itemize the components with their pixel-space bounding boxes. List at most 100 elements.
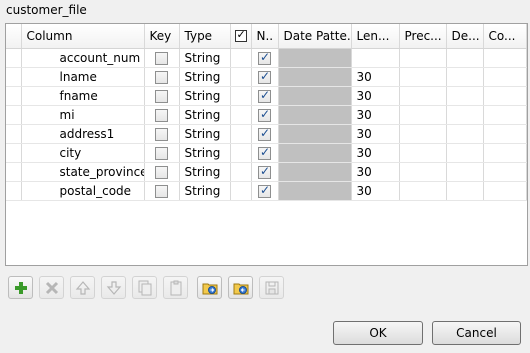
cell-precision[interactable] [399,143,447,163]
table-row[interactable]: lname String 30 [6,67,527,87]
cell-default[interactable] [446,67,484,87]
table-row[interactable]: city String 30 [6,143,527,163]
cell-nullable[interactable] [251,105,279,125]
key-checkbox[interactable] [155,165,168,179]
paste-button[interactable] [163,276,188,299]
header-key[interactable]: Key [144,24,180,49]
move-down-button[interactable] [101,276,126,299]
cell-comment[interactable] [483,162,527,182]
export-schema-button[interactable] [228,276,253,299]
header-nullable[interactable]: N.. [251,24,279,49]
cell-precision[interactable] [399,105,447,125]
ok-button[interactable]: OK [333,321,423,345]
header-date-pattern[interactable]: Date Patte... [278,24,352,49]
cell-comment[interactable] [483,86,527,106]
header-length[interactable]: Len... [351,24,400,49]
schema-table[interactable]: Column Key Type N.. Date Patte... Len...… [5,23,528,266]
cell-precision[interactable] [399,181,447,201]
table-row[interactable]: mi String 30 [6,105,527,125]
cell-comment[interactable] [483,48,527,68]
select-all-checkbox[interactable] [234,28,247,43]
row-selector[interactable] [6,162,22,182]
cell-nullable[interactable] [251,86,279,106]
cell-length[interactable] [351,48,400,68]
copy-button[interactable] [132,276,157,299]
cell-comment[interactable] [483,67,527,87]
cancel-button[interactable]: Cancel [432,321,521,345]
cell-precision[interactable] [399,48,447,68]
cell-key[interactable] [144,162,180,182]
cell-column-name[interactable]: address1 [21,124,145,144]
import-schema-button[interactable] [197,276,222,299]
cell-key[interactable] [144,67,180,87]
cell-nullable[interactable] [251,124,279,144]
row-selector[interactable] [6,124,22,144]
table-row[interactable]: state_province String 30 [6,162,527,182]
cell-comment[interactable] [483,124,527,144]
cell-type[interactable]: String [179,86,231,106]
row-selector[interactable] [6,143,22,163]
cell-precision[interactable] [399,86,447,106]
cell-column-name[interactable]: city [21,143,145,163]
cell-type[interactable]: String [179,48,231,68]
key-checkbox[interactable] [155,108,168,122]
add-button[interactable] [8,276,33,299]
nullable-checkbox[interactable] [258,69,271,84]
row-selector[interactable] [6,105,22,125]
nullable-checkbox[interactable] [258,183,271,198]
key-checkbox[interactable] [155,184,168,198]
cell-column-name[interactable]: lname [21,67,145,87]
cell-default[interactable] [446,162,484,182]
cell-column-name[interactable]: postal_code [21,181,145,201]
cell-column-name[interactable]: state_province [21,162,145,182]
cell-nullable[interactable] [251,162,279,182]
nullable-checkbox[interactable] [258,145,271,160]
remove-button[interactable] [39,276,64,299]
table-row[interactable]: fname String 30 [6,86,527,106]
header-select-all[interactable] [230,24,252,49]
cell-precision[interactable] [399,124,447,144]
cell-length[interactable]: 30 [351,162,400,182]
cell-key[interactable] [144,105,180,125]
header-comment[interactable]: Co... [483,24,527,49]
nullable-checkbox[interactable] [258,126,271,141]
cell-nullable[interactable] [251,143,279,163]
cell-length[interactable]: 30 [351,67,400,87]
cell-default[interactable] [446,143,484,163]
cell-key[interactable] [144,124,180,144]
cell-nullable[interactable] [251,67,279,87]
cell-precision[interactable] [399,162,447,182]
cell-key[interactable] [144,143,180,163]
key-checkbox[interactable] [155,89,168,103]
cell-nullable[interactable] [251,181,279,201]
cell-precision[interactable] [399,67,447,87]
cell-column-name[interactable]: mi [21,105,145,125]
nullable-checkbox[interactable] [258,107,271,122]
cell-nullable[interactable] [251,48,279,68]
header-column[interactable]: Column [21,24,145,49]
nullable-checkbox[interactable] [258,88,271,103]
header-precision[interactable]: Prec... [399,24,447,49]
row-selector[interactable] [6,67,22,87]
cell-type[interactable]: String [179,105,231,125]
row-selector[interactable] [6,86,22,106]
cell-type[interactable]: String [179,143,231,163]
cell-length[interactable]: 30 [351,124,400,144]
cell-length[interactable]: 30 [351,86,400,106]
cell-type[interactable]: String [179,181,231,201]
cell-key[interactable] [144,181,180,201]
cell-comment[interactable] [483,143,527,163]
key-checkbox[interactable] [155,70,168,84]
row-selector[interactable] [6,181,22,201]
cell-length[interactable]: 30 [351,181,400,201]
cell-key[interactable] [144,86,180,106]
header-type[interactable]: Type [179,24,231,49]
cell-length[interactable]: 30 [351,143,400,163]
cell-comment[interactable] [483,181,527,201]
table-row[interactable]: postal_code String 30 [6,181,527,201]
cell-type[interactable]: String [179,162,231,182]
nullable-checkbox[interactable] [258,164,271,179]
save-button[interactable] [259,276,284,299]
key-checkbox[interactable] [155,51,168,65]
cell-default[interactable] [446,48,484,68]
